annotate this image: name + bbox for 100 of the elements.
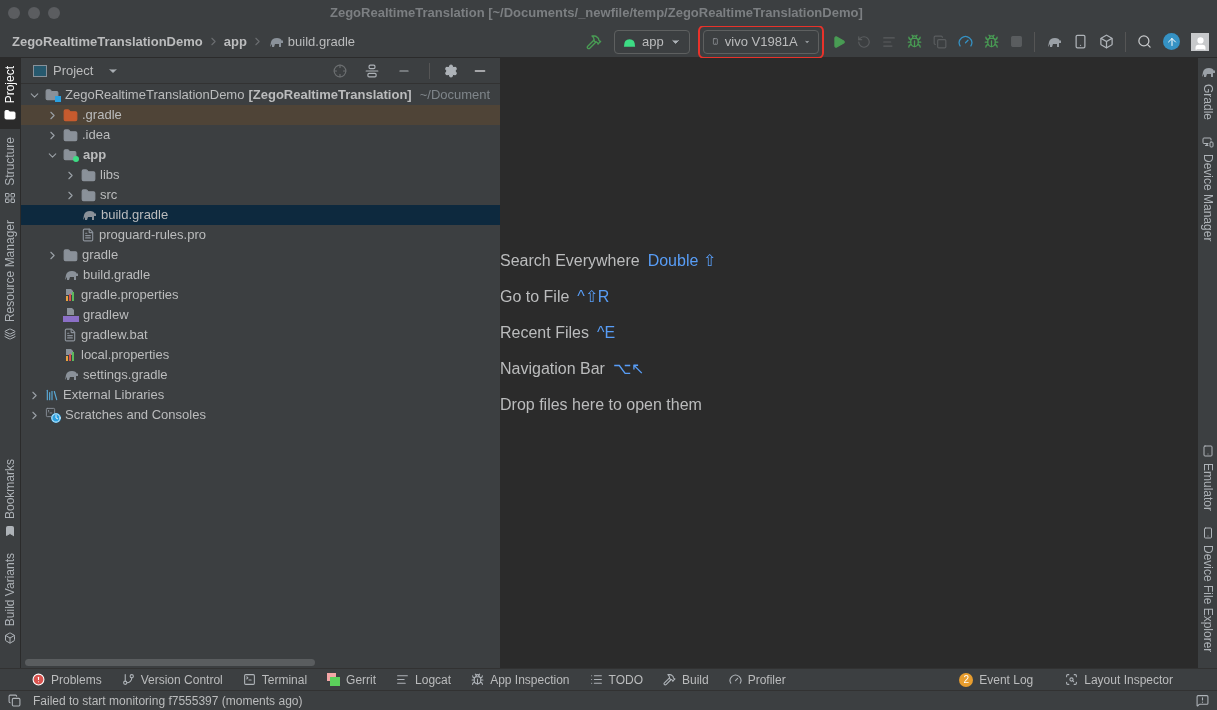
hint-label: Recent Files bbox=[500, 323, 589, 343]
status-message: Failed to start monitoring f7555397 (moments ago) bbox=[33, 692, 303, 710]
tool-window-tab[interactable]: Version Control bbox=[121, 670, 223, 689]
folder-icon bbox=[81, 187, 96, 203]
branch-icon bbox=[121, 673, 135, 686]
tree-item[interactable]: settings.gradle bbox=[21, 365, 500, 385]
tool-window-tab[interactable]: Build Variants bbox=[0, 544, 20, 652]
script-file-icon bbox=[63, 308, 79, 322]
hint-label: Go to File bbox=[500, 287, 570, 307]
tree-item[interactable]: .gradle bbox=[21, 105, 500, 125]
tool-window-tab[interactable]: App Inspection bbox=[471, 670, 570, 689]
sync-gradle-icon bbox=[1046, 35, 1062, 48]
tool-window-tab[interactable]: Profiler bbox=[728, 670, 786, 689]
run-config-dropdown[interactable]: app bbox=[614, 29, 690, 54]
panel-title[interactable]: Project bbox=[53, 60, 94, 81]
tool-window-tab[interactable]: Terminal bbox=[242, 670, 308, 689]
tool-window-tab[interactable]: Gradle bbox=[1198, 58, 1217, 129]
tool-window-tab[interactable]: Resource Manager bbox=[0, 212, 20, 349]
hammer-icon bbox=[662, 673, 676, 686]
tree-item[interactable]: local.properties bbox=[21, 345, 500, 365]
settings-icon[interactable] bbox=[444, 63, 458, 78]
shortcut-text: ^E bbox=[596, 323, 616, 343]
breadcrumb-item[interactable]: build.gradle bbox=[287, 31, 356, 52]
gradle-elephant-icon bbox=[267, 35, 284, 48]
layout-inspector-icon bbox=[1065, 673, 1079, 686]
tool-window-tab[interactable]: Problems bbox=[32, 670, 102, 689]
gradle-elephant-icon bbox=[63, 369, 79, 381]
item-label: build.gradle bbox=[101, 206, 169, 225]
module-name: [ZegoRealtimeTranslation] bbox=[248, 86, 412, 105]
panel-icon bbox=[33, 64, 47, 77]
search-icon[interactable] bbox=[1137, 34, 1152, 49]
tool-window-tab[interactable]: Layout Inspector bbox=[1065, 670, 1173, 689]
tool-window-tab[interactable]: TODO bbox=[589, 670, 643, 689]
elephant-icon bbox=[1199, 66, 1216, 78]
tool-window-tab[interactable]: Build bbox=[662, 670, 709, 689]
hint-label: Search Everywhere bbox=[500, 251, 640, 271]
device-manager-icon[interactable] bbox=[1073, 34, 1088, 49]
update-icon[interactable] bbox=[1163, 33, 1180, 50]
logcat-icon bbox=[396, 673, 410, 686]
folder-icon bbox=[63, 107, 78, 123]
tool-window-tab[interactable]: Structure bbox=[0, 129, 20, 213]
device-dropdown[interactable]: vivo V1981A bbox=[703, 29, 819, 54]
tree-item[interactable]: ZegoRealtimeTranslationDemo [ZegoRealtimeTranslation] ~/Document bbox=[21, 85, 500, 105]
tool-window-tab[interactable]: Project bbox=[0, 58, 20, 130]
error-icon bbox=[32, 673, 45, 686]
item-label: local.properties bbox=[81, 346, 170, 365]
tree-item[interactable]: app bbox=[21, 145, 500, 165]
run-icon[interactable] bbox=[832, 34, 846, 49]
libraries-icon bbox=[45, 388, 59, 402]
tree-item[interactable]: gradle bbox=[21, 245, 500, 265]
tree-item[interactable]: gradlew.bat bbox=[21, 325, 500, 345]
gradle-elephant-icon bbox=[81, 209, 97, 221]
avatar-icon[interactable] bbox=[1191, 32, 1209, 51]
breadcrumb-item[interactable]: app bbox=[223, 31, 247, 52]
properties-file-icon bbox=[63, 348, 77, 362]
tool-window-tab[interactable]: Logcat bbox=[396, 670, 452, 689]
tree-item[interactable]: build.gradle bbox=[21, 265, 500, 285]
tool-windows-icon[interactable] bbox=[8, 694, 21, 707]
devices-icon bbox=[1201, 136, 1214, 149]
item-label: src bbox=[100, 186, 118, 205]
emulator-icon bbox=[1201, 444, 1214, 457]
breadcrumb-item[interactable]: ZegoRealtimeTranslationDemo bbox=[12, 31, 203, 52]
inspection-icon bbox=[471, 673, 485, 686]
shortcut-text: Double ⇧ bbox=[647, 251, 716, 271]
gauge-icon bbox=[728, 673, 742, 686]
notifications-icon[interactable] bbox=[1196, 694, 1209, 707]
tree-item[interactable]: gradle.properties bbox=[21, 285, 500, 305]
item-label: libs bbox=[100, 166, 120, 185]
sdk-manager-icon[interactable] bbox=[1099, 34, 1114, 49]
file-icon bbox=[63, 328, 77, 342]
item-label: settings.gradle bbox=[83, 366, 168, 385]
tool-window-tab[interactable]: Device File Explorer bbox=[1198, 518, 1217, 660]
module-folder-icon bbox=[63, 148, 79, 162]
tree-item[interactable]: gradlew bbox=[21, 305, 500, 325]
item-label: ZegoRealtimeTranslationDemo bbox=[65, 86, 245, 105]
item-label: gradle bbox=[82, 246, 119, 265]
terminal-icon bbox=[242, 673, 256, 686]
tool-window-tab[interactable]: 2 Event Log bbox=[959, 670, 1034, 689]
tool-window-tab[interactable]: Device Manager bbox=[1198, 128, 1217, 250]
tool-window-tab[interactable]: Bookmarks bbox=[0, 450, 20, 545]
tree-item[interactable]: External Libraries bbox=[21, 385, 500, 405]
locate-icon[interactable] bbox=[333, 63, 347, 78]
profile-icon[interactable] bbox=[958, 34, 973, 49]
tree-item[interactable]: .idea bbox=[21, 125, 500, 145]
debug-icon[interactable] bbox=[907, 34, 922, 49]
tree-item[interactable]: src bbox=[21, 185, 500, 205]
tool-window-tab[interactable]: Gerrit bbox=[327, 670, 377, 689]
tool-window-tab[interactable]: Emulator bbox=[1198, 436, 1217, 519]
tree-item[interactable]: proguard-rules.pro bbox=[21, 225, 500, 245]
attach-debugger-icon[interactable] bbox=[984, 34, 999, 49]
scrollbar[interactable] bbox=[25, 658, 315, 666]
item-label: External Libraries bbox=[63, 386, 165, 405]
tree-item[interactable]: build.gradle bbox=[21, 205, 500, 225]
hammer-icon[interactable] bbox=[586, 33, 602, 50]
tree-item[interactable]: Scratches and Consoles bbox=[21, 405, 500, 425]
window-title: ZegoRealtimeTranslation [~/Documents/_newfile/temp/ZegoRealtimeTranslationDemo] bbox=[330, 4, 863, 23]
gerrit-icon bbox=[327, 673, 341, 686]
tree-item[interactable]: libs bbox=[21, 165, 500, 185]
file-icon bbox=[81, 228, 95, 242]
item-label: app bbox=[83, 146, 107, 165]
